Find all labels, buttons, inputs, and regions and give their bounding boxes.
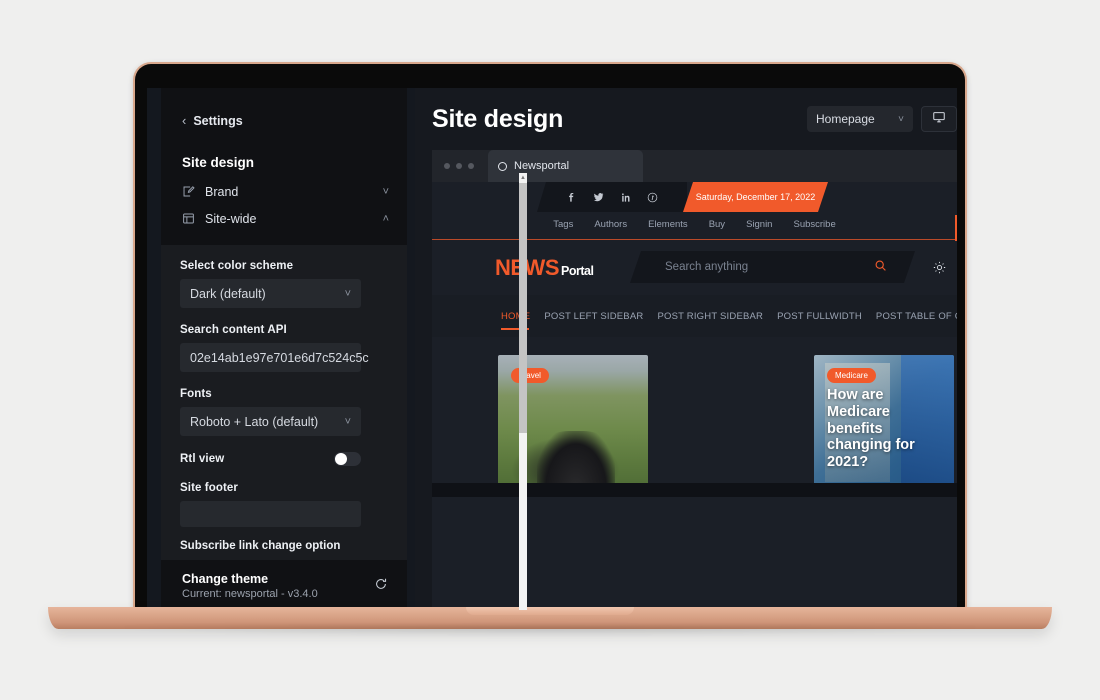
main-panel: Site design Homepage ˅ Newsportal Saturd… (415, 88, 957, 610)
nav-item-post-table-of-content[interactable]: POST TABLE OF CONTENT (876, 311, 957, 322)
layout-panel-icon (182, 212, 205, 225)
article-card-medicare[interactable]: Medicare How are Medicare benefits chang… (814, 355, 954, 490)
search-api-input[interactable]: 02e14ab1e97e701e6d7c524c5c (180, 343, 369, 372)
browser-chrome-bar: Newsportal (432, 150, 957, 182)
site-footer-label: Site footer (180, 482, 238, 494)
chevron-down-icon: ˅ (898, 113, 904, 125)
right-accent-bar (955, 215, 957, 241)
fonts-value: Roboto + Lato (default) (190, 414, 319, 429)
color-scheme-label: Select color scheme (180, 260, 294, 272)
pinterest-icon[interactable] (647, 192, 658, 203)
scroll-up-arrow[interactable]: ▲ (519, 173, 527, 183)
edit-square-icon (182, 185, 205, 198)
card-grid-footer (432, 483, 957, 497)
page-select[interactable]: Homepage ˅ (807, 106, 913, 132)
chevron-up-icon: ˄ (382, 212, 389, 225)
logo-main-text: NEWS (495, 254, 560, 280)
site-main-nav: HOME POST LEFT SIDEBAR POST RIGHT SIDEBA… (432, 295, 957, 337)
main-header: Site design Homepage ˅ (415, 88, 957, 150)
chevron-down-icon: ˅ (344, 287, 351, 300)
top-link-signin[interactable]: Signin (746, 219, 772, 230)
change-theme-footer[interactable]: Change theme Current: newsportal - v3.4.… (161, 560, 407, 610)
sidebar-item-site-wide[interactable]: Site-wide ˄ (161, 205, 407, 232)
site-search-box[interactable]: Search anything (630, 251, 915, 283)
sidebar-section-title: Site design (182, 155, 255, 170)
previewed-website: Saturday, December 17, 2022 Tags Authors… (432, 182, 957, 610)
top-link-authors[interactable]: Authors (594, 219, 627, 230)
current-date-banner: Saturday, December 17, 2022 (683, 182, 828, 212)
change-theme-text: Change theme Current: newsportal - v3.4.… (182, 572, 374, 600)
subscribe-link-label: Subscribe link change option (180, 540, 341, 552)
site-footer-input[interactable] (180, 501, 361, 527)
screenshot-stage: ‹ Settings Site design Brand ˅ Site-wide… (0, 0, 1100, 700)
linkedin-icon[interactable] (620, 192, 631, 203)
twitter-icon[interactable] (593, 192, 604, 203)
category-badge[interactable]: Travel (511, 368, 549, 383)
search-api-value: 02e14ab1e97e701e6d7c524c5c (190, 350, 369, 365)
nav-item-post-left-sidebar[interactable]: POST LEFT SIDEBAR (544, 311, 643, 322)
circle-icon (498, 161, 507, 171)
article-title[interactable]: How are Medicare benefits changing for 2… (827, 387, 946, 471)
back-label: Settings (193, 113, 243, 128)
sidebar-item-site-wide-label: Site-wide (205, 211, 257, 226)
current-date: Saturday, December 17, 2022 (695, 192, 816, 202)
sidebar-item-brand-label: Brand (205, 184, 239, 199)
facebook-icon[interactable] (566, 192, 577, 203)
toggle-knob (335, 453, 347, 465)
sidebar-item-brand[interactable]: Brand ˅ (161, 178, 407, 205)
chevron-left-icon: ‹ (182, 113, 187, 128)
desktop-icon (932, 110, 946, 129)
site-logo-row: NEWS Portal Search anything (432, 240, 957, 295)
browser-tab[interactable]: Newsportal (488, 150, 643, 182)
sun-icon[interactable] (933, 261, 946, 279)
logo-sub-text: Portal (561, 263, 594, 278)
site-logo[interactable]: NEWS Portal (495, 254, 594, 281)
search-api-label: Search content API (180, 324, 287, 336)
search-icon[interactable] (874, 259, 887, 275)
traffic-lights (444, 163, 474, 169)
site-top-links: Tags Authors Elements Buy Signin Subscri… (432, 219, 957, 239)
laptop-lid: ‹ Settings Site design Brand ˅ Site-wide… (133, 62, 967, 610)
chevron-down-icon: ˅ (344, 415, 351, 428)
nav-item-post-fullwidth[interactable]: POST FULLWIDTH (777, 311, 862, 322)
article-card-grid: Travel Medicare How are Medicare benefit… (432, 337, 957, 497)
settings-sidebar: ‹ Settings Site design Brand ˅ Site-wide… (161, 88, 407, 610)
site-topbar: Saturday, December 17, 2022 (432, 182, 957, 219)
sidebar-scrollbar[interactable]: ▲ (519, 173, 527, 610)
color-scheme-value: Dark (default) (190, 286, 266, 301)
color-scheme-select[interactable]: Dark (default) ˅ (180, 279, 361, 308)
page-title: Site design (432, 104, 564, 133)
rtl-view-toggle[interactable] (334, 452, 361, 466)
chevron-down-icon: ˅ (382, 185, 389, 198)
category-badge[interactable]: Medicare (827, 368, 876, 383)
back-to-settings-button[interactable]: ‹ Settings (161, 88, 407, 128)
page-select-value: Homepage (816, 112, 875, 126)
change-theme-subtitle: Current: newsportal - v3.4.0 (182, 588, 318, 600)
change-theme-title: Change theme (182, 572, 269, 586)
device-preview-button[interactable] (921, 106, 957, 132)
social-icons-bar (537, 182, 687, 212)
top-link-buy[interactable]: Buy (709, 219, 725, 230)
nav-item-post-right-sidebar[interactable]: POST RIGHT SIDEBAR (657, 311, 763, 322)
refresh-icon[interactable] (374, 577, 388, 596)
site-search-placeholder: Search anything (665, 261, 749, 273)
fonts-select[interactable]: Roboto + Lato (default) ˅ (180, 407, 361, 436)
scrollbar-thumb[interactable] (519, 183, 527, 433)
top-link-subscribe[interactable]: Subscribe (793, 219, 835, 230)
site-wide-settings-panel: Select color scheme Dark (default) ˅ Sea… (161, 245, 407, 610)
laptop-screen: ‹ Settings Site design Brand ˅ Site-wide… (147, 88, 957, 610)
rtl-view-row: Rtl view (180, 452, 361, 466)
browser-tab-label: Newsportal (514, 160, 570, 172)
site-preview-frame: Newsportal Saturday, December 17, 2022 T… (432, 150, 957, 610)
fonts-label: Fonts (180, 388, 212, 400)
laptop-shadow (110, 626, 990, 636)
top-link-tags[interactable]: Tags (553, 219, 573, 230)
rtl-view-label: Rtl view (180, 453, 225, 465)
top-link-elements[interactable]: Elements (648, 219, 688, 230)
